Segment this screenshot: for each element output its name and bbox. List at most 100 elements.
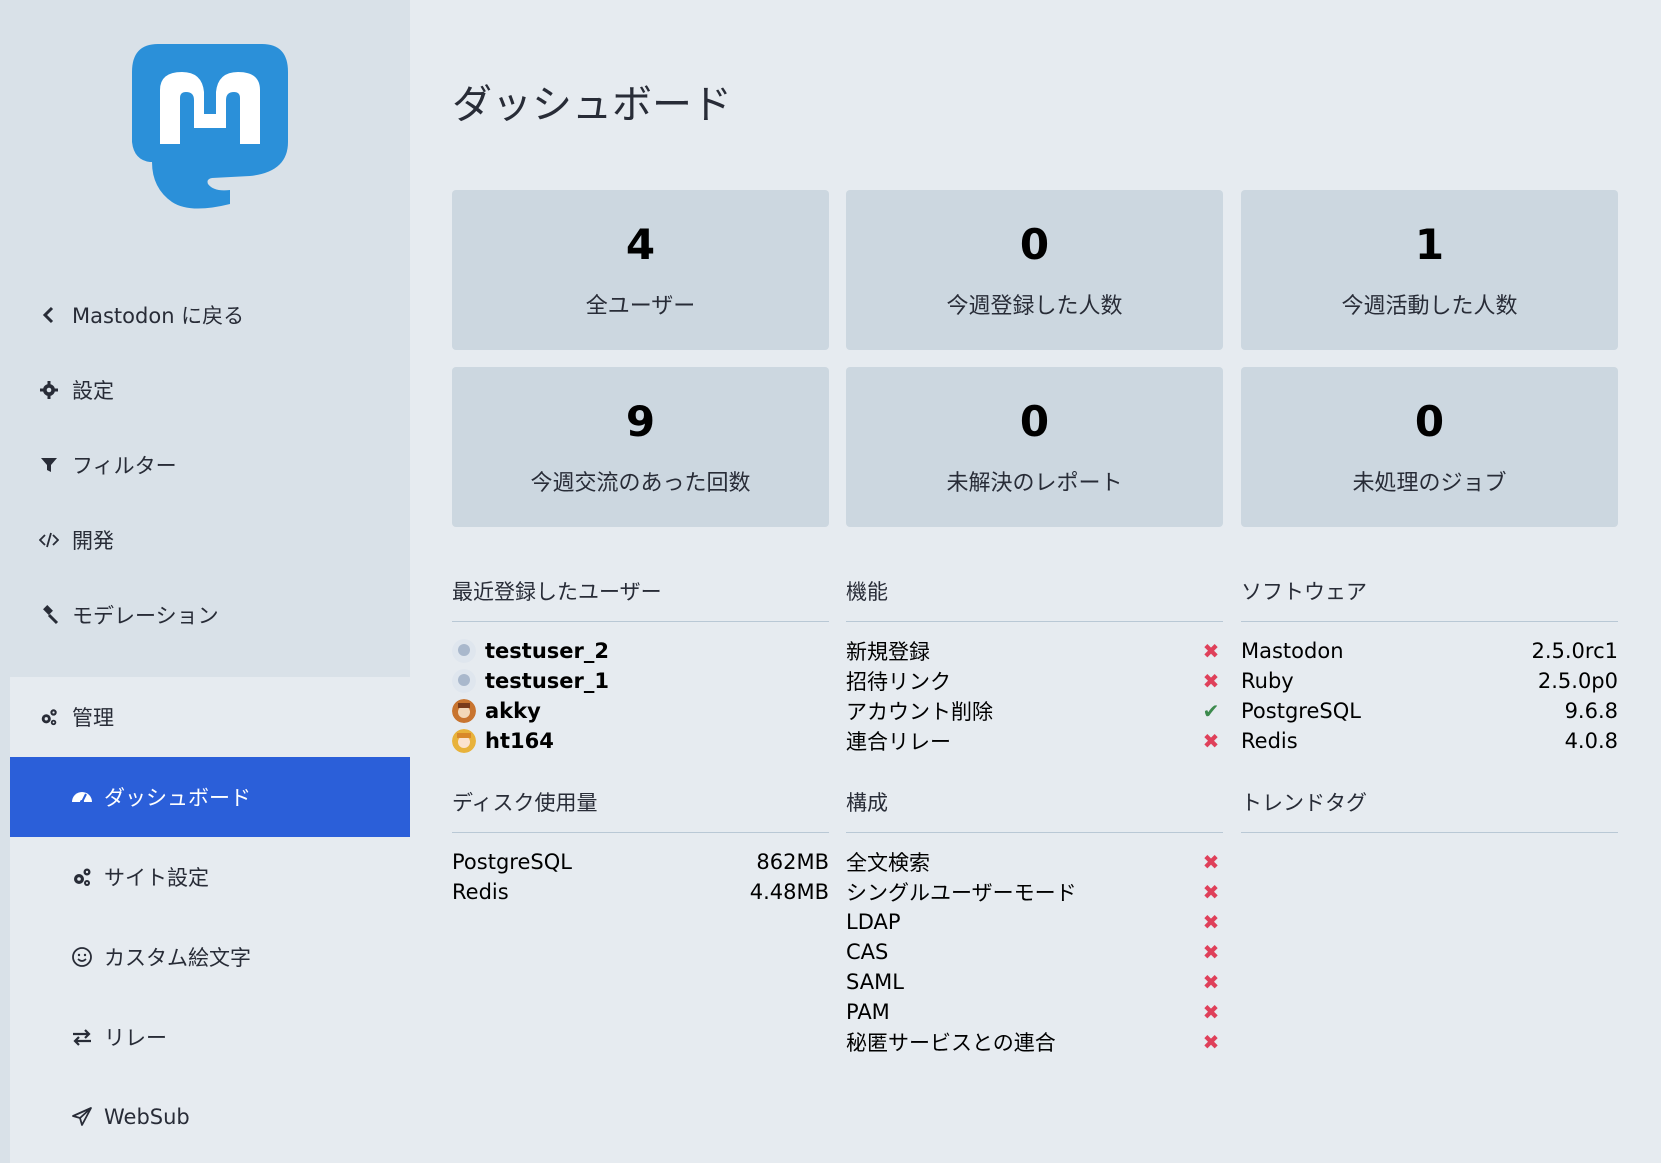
sidebar-item-label: 設定: [72, 379, 114, 403]
user-item[interactable]: akky: [452, 696, 829, 726]
cross-icon: ✖: [1202, 1030, 1220, 1054]
sidebar-item-back[interactable]: Mastodon に戻る: [0, 275, 410, 355]
config-item: SAML ✖: [846, 967, 1223, 997]
exchange-icon: [70, 1026, 94, 1048]
software-item: Mastodon 2.5.0rc1: [1241, 636, 1618, 666]
disk-size: 4.48MB: [749, 880, 829, 904]
sidebar-item-development[interactable]: 開発: [0, 500, 410, 580]
config-label: 全文検索: [846, 851, 930, 875]
sidebar-item-label: モデレーション: [72, 604, 219, 628]
config-label: CAS: [846, 940, 889, 964]
software-version: 2.5.0p0: [1537, 669, 1618, 693]
avatar: [452, 699, 476, 723]
software-version: 9.6.8: [1564, 699, 1618, 723]
cross-icon: ✖: [1202, 850, 1220, 874]
sidebar-item-label: サイト設定: [104, 866, 209, 890]
feature-item: アカウント削除 ✔: [846, 696, 1223, 726]
dashboard-icon: [70, 786, 94, 808]
config-item: 全文検索 ✖: [846, 847, 1223, 877]
recent-users-section: 最近登録したユーザー testuser_2 testuser_1 akky ht…: [452, 570, 829, 756]
feature-item: 新規登録 ✖: [846, 636, 1223, 666]
disk-size: 862MB: [756, 850, 829, 874]
trending-tags-section: トレンドタグ: [1241, 781, 1618, 833]
cross-icon: ✖: [1202, 729, 1220, 753]
cross-icon: ✖: [1202, 1000, 1220, 1024]
sidebar-item-admin[interactable]: 管理: [0, 677, 410, 757]
sidebar-item-label: 開発: [72, 529, 114, 553]
code-icon: [38, 529, 60, 551]
sidebar-item-label: WebSub: [104, 1105, 190, 1129]
stat-value: 0: [1019, 397, 1050, 446]
config-section: 構成 全文検索 ✖ シングルユーザーモード ✖ LDAP ✖ CAS ✖ SAML ✖ P…: [846, 781, 1223, 1057]
stat-card-interactions-week: 9 今週交流のあった回数: [452, 367, 829, 527]
filter-icon: [38, 454, 60, 476]
feature-label: 招待リンク: [846, 670, 951, 694]
section-heading: ディスク使用量: [452, 781, 829, 833]
disk-item: PostgreSQL 862MB: [452, 847, 829, 877]
stat-card-queued-jobs: 0 未処理のジョブ: [1241, 367, 1618, 527]
stat-label: 未処理のジョブ: [1352, 471, 1507, 496]
user-item[interactable]: ht164: [452, 726, 829, 756]
feature-item: 招待リンク ✖: [846, 666, 1223, 696]
stat-label: 全ユーザー: [585, 294, 696, 319]
config-label: LDAP: [846, 910, 901, 934]
feature-label: 連合リレー: [846, 730, 951, 754]
check-icon: ✔: [1202, 699, 1220, 723]
features-section: 機能 新規登録 ✖ 招待リンク ✖ アカウント削除 ✔ 連合リレー ✖: [846, 570, 1223, 756]
stat-value: 0: [1019, 220, 1050, 269]
sidebar-item-websub[interactable]: WebSub: [10, 1077, 410, 1157]
sidebar-item-moderation[interactable]: モデレーション: [0, 575, 410, 655]
disk-item: Redis 4.48MB: [452, 877, 829, 907]
stat-label: 今週活動した人数: [1341, 294, 1518, 319]
sidebar: Mastodon に戻る 設定 フィルター 開発 モデレーション 管理 ダッシュ…: [0, 0, 410, 1163]
software-version: 2.5.0rc1: [1531, 639, 1618, 663]
config-label: SAML: [846, 970, 904, 994]
sidebar-item-custom-emoji[interactable]: カスタム絵文字: [10, 917, 410, 997]
config-item: シングルユーザーモード ✖: [846, 877, 1223, 907]
software-section: ソフトウェア Mastodon 2.5.0rc1 Ruby 2.5.0p0 Post…: [1241, 570, 1618, 756]
avatar: [452, 729, 476, 753]
section-heading: ソフトウェア: [1241, 570, 1618, 622]
software-item: Redis 4.0.8: [1241, 726, 1618, 756]
username: ht164: [485, 729, 554, 753]
software-item: Ruby 2.5.0p0: [1241, 666, 1618, 696]
cross-icon: ✖: [1202, 669, 1220, 693]
smile-icon: [70, 946, 94, 968]
software-version: 4.0.8: [1564, 729, 1618, 753]
section-heading: トレンドタグ: [1241, 781, 1618, 833]
stat-value: 1: [1414, 220, 1445, 269]
cross-icon: ✖: [1202, 970, 1220, 994]
cross-icon: ✖: [1202, 910, 1220, 934]
avatar: [452, 639, 476, 663]
sidebar-item-dashboard[interactable]: ダッシュボード: [10, 757, 410, 837]
username: akky: [485, 699, 541, 723]
sidebar-item-label: カスタム絵文字: [104, 946, 251, 970]
software-name: Redis: [1241, 729, 1298, 753]
user-item[interactable]: testuser_2: [452, 636, 829, 666]
software-item: PostgreSQL 9.6.8: [1241, 696, 1618, 726]
cross-icon: ✖: [1202, 639, 1220, 663]
stat-card-signups-week: 0 今週登録した人数: [846, 190, 1223, 350]
mastodon-logo[interactable]: [130, 42, 290, 212]
disk-name: PostgreSQL: [452, 850, 572, 874]
config-label: シングルユーザーモード: [846, 881, 1077, 905]
stat-value: 9: [625, 397, 656, 446]
stat-value: 4: [625, 220, 656, 269]
cogs-icon: [70, 866, 94, 888]
avatar: [452, 669, 476, 693]
cogs-icon: [38, 706, 60, 728]
cross-icon: ✖: [1202, 880, 1220, 904]
software-name: Mastodon: [1241, 639, 1344, 663]
section-heading: 最近登録したユーザー: [452, 570, 829, 622]
stat-label: 今週登録した人数: [946, 294, 1123, 319]
software-name: PostgreSQL: [1241, 699, 1361, 723]
page-title: ダッシュボード: [452, 82, 732, 128]
gear-icon: [38, 379, 60, 401]
user-item[interactable]: testuser_1: [452, 666, 829, 696]
config-label: 秘匿サービスとの連合: [846, 1031, 1056, 1055]
sidebar-item-settings[interactable]: 設定: [0, 350, 410, 430]
sidebar-item-site-settings[interactable]: サイト設定: [10, 837, 410, 917]
sidebar-item-filters[interactable]: フィルター: [0, 425, 410, 505]
sidebar-item-relays[interactable]: リレー: [10, 997, 410, 1077]
paper-plane-icon: [70, 1106, 94, 1128]
